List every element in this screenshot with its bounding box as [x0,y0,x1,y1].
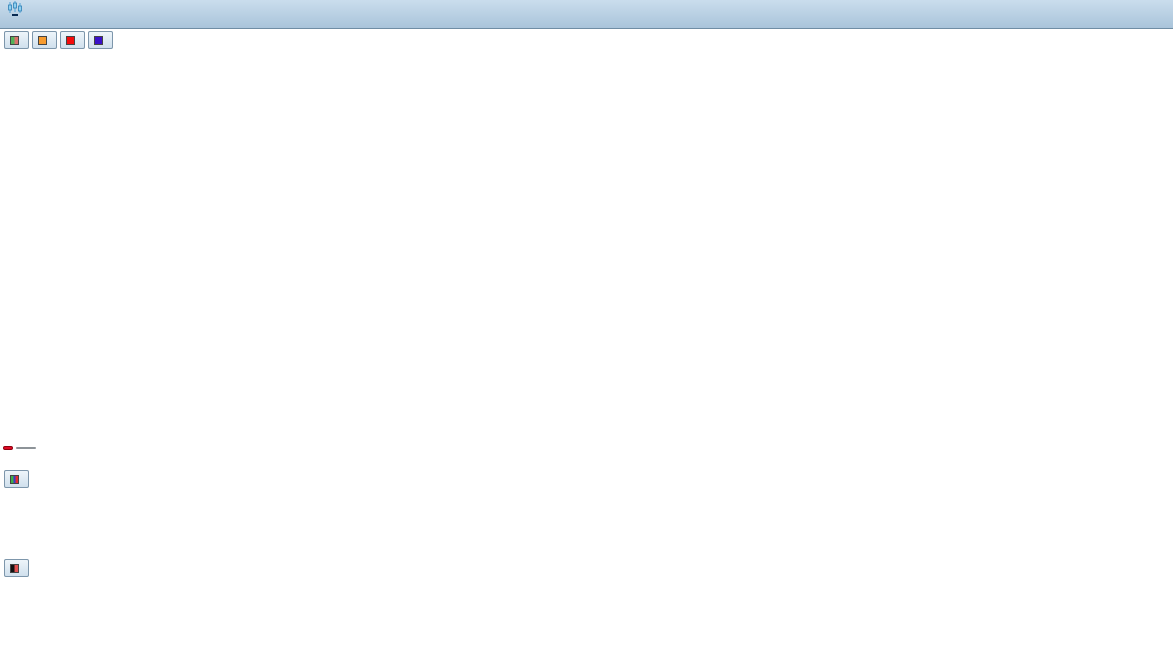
chart-window [0,0,1173,660]
demo-stack [6,1,24,16]
legend-macd-button[interactable] [4,470,29,488]
sma50-legend-icon [94,36,103,45]
macd-legend-icon [10,475,19,484]
sma200-legend-icon [66,36,75,45]
legend-sma100-button[interactable] [32,31,57,49]
watermark [3,446,36,450]
legend-row [4,31,113,49]
title-bar [0,0,1173,29]
chart-svg [0,0,1173,660]
prorealtime-logo [16,447,36,449]
sma100-legend-icon [38,36,47,45]
legend-sma200-button[interactable] [60,31,85,49]
demo-badge [12,14,18,16]
price-legend-icon [10,36,19,45]
ig-logo [3,446,13,450]
mini-chart-icon [6,1,24,14]
legend-sma50-button[interactable] [88,31,113,49]
smi-legend-icon [10,564,19,573]
legend-smi-button[interactable] [4,559,29,577]
legend-price-button[interactable] [4,31,29,49]
